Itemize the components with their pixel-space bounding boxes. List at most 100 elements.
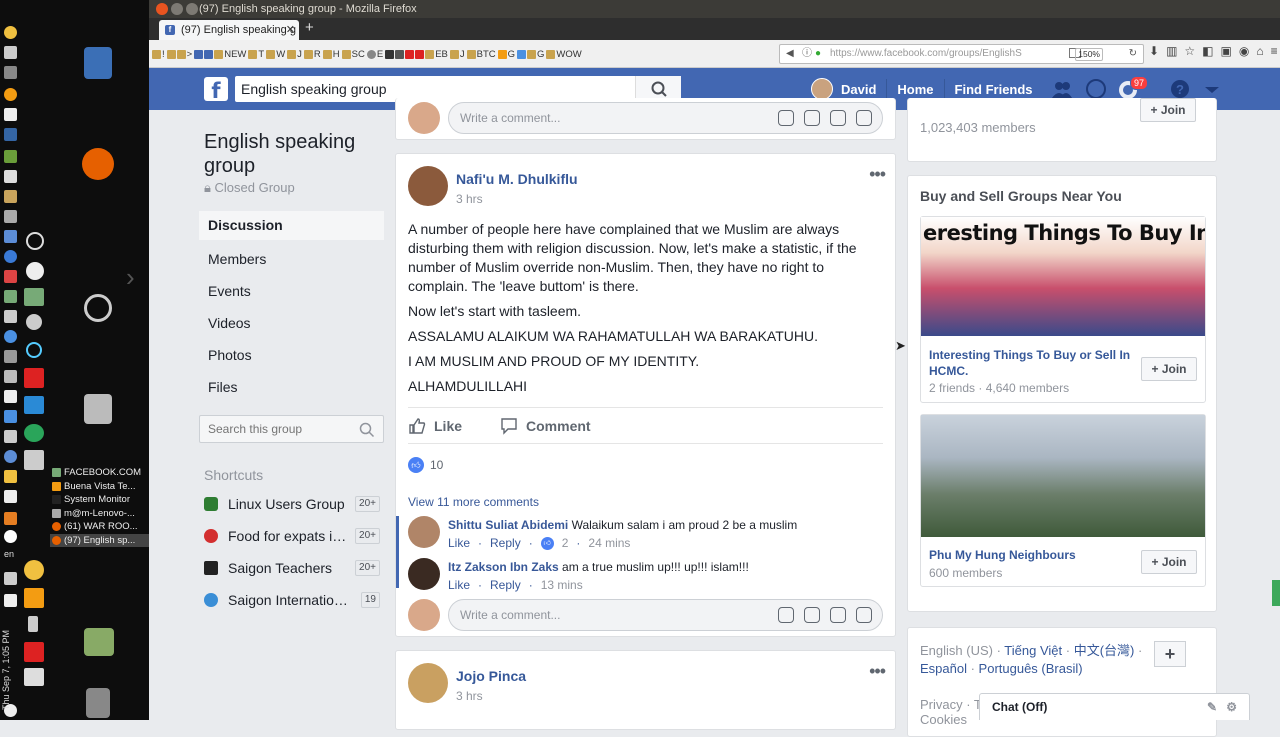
- post-author[interactable]: Jojo Pinca: [456, 668, 526, 684]
- help-icon[interactable]: ?: [1169, 79, 1191, 99]
- shortcut-item[interactable]: Food for expats in ... 20+: [204, 520, 384, 552]
- new-tab-icon[interactable]: +: [305, 19, 314, 36]
- comment-like-count[interactable]: 2: [562, 536, 569, 550]
- emoji-icon[interactable]: [778, 110, 794, 126]
- join-button[interactable]: + Join: [1141, 550, 1197, 574]
- bookmark[interactable]: G: [517, 49, 544, 60]
- app-icon[interactable]: [4, 410, 17, 423]
- app-icon[interactable]: [4, 350, 17, 363]
- shortcut-item[interactable]: Saigon Teachers 20+: [204, 552, 384, 584]
- post-author[interactable]: Nafi'u M. Dhulkiflu: [456, 171, 578, 187]
- app-icon[interactable]: [4, 370, 17, 383]
- bookmark[interactable]: J: [449, 49, 465, 60]
- app-icon[interactable]: [4, 390, 17, 403]
- more-languages-button[interactable]: +: [1154, 641, 1186, 667]
- camera-icon[interactable]: [804, 110, 820, 126]
- app-icon[interactable]: [24, 396, 44, 414]
- gear-icon[interactable]: ⚙: [1226, 694, 1237, 720]
- like-button[interactable]: Like: [408, 417, 462, 435]
- ubuntu-icon[interactable]: [84, 294, 112, 322]
- url-bar[interactable]: ◀ ⓘ ● https://www.facebook.com/groups/En…: [779, 44, 1144, 64]
- library-icon[interactable]: ▥: [1166, 44, 1177, 58]
- find-friends-link[interactable]: Find Friends: [955, 82, 1033, 97]
- bookmark[interactable]: EB: [385, 49, 448, 60]
- task-item[interactable]: Buena Vista Te...: [50, 480, 149, 494]
- view-more-comments[interactable]: View 11 more comments: [408, 495, 539, 509]
- comment-like-link[interactable]: Like: [448, 536, 470, 550]
- language-link[interactable]: Español: [920, 661, 967, 676]
- bookmark[interactable]: NEW: [194, 49, 246, 60]
- vlc-icon[interactable]: [24, 588, 44, 608]
- profile-link[interactable]: David: [841, 82, 876, 97]
- post-time[interactable]: 3 hrs: [456, 192, 483, 206]
- app-icon[interactable]: [4, 128, 17, 141]
- comment-author[interactable]: Itz Zakson Ibn Zaks: [448, 560, 559, 574]
- gif-icon[interactable]: [830, 110, 846, 126]
- app-icon[interactable]: [4, 270, 17, 283]
- emoji-icon[interactable]: [778, 607, 794, 623]
- sticker-icon[interactable]: [856, 110, 872, 126]
- bookmark[interactable]: G: [497, 49, 515, 60]
- messenger-icon[interactable]: [1085, 79, 1107, 99]
- filezilla-icon[interactable]: [24, 368, 44, 388]
- addon-icon[interactable]: ◉: [1239, 44, 1249, 58]
- group-search-input[interactable]: [200, 416, 350, 442]
- wifi-icon[interactable]: [4, 530, 17, 543]
- menu-icon[interactable]: ≡: [1271, 44, 1278, 58]
- scrollbar[interactable]: [1272, 580, 1280, 606]
- nav-members[interactable]: Members: [199, 243, 384, 275]
- comment-reply-link[interactable]: Reply: [490, 536, 521, 550]
- webcam-icon[interactable]: [26, 314, 42, 330]
- app-icon[interactable]: [4, 450, 17, 463]
- app-icon[interactable]: [4, 210, 17, 223]
- app-icon[interactable]: [4, 470, 17, 483]
- group-suggestion[interactable]: eresting Things To Buy In HCM Interestin…: [920, 216, 1206, 403]
- app-icon[interactable]: [24, 668, 44, 686]
- nav-files[interactable]: Files: [199, 371, 384, 403]
- close-tab-icon[interactable]: ✕: [286, 20, 295, 40]
- app-icon[interactable]: [4, 66, 17, 79]
- join-button[interactable]: + Join: [1140, 98, 1196, 122]
- home-icon[interactable]: ⌂: [1256, 44, 1263, 58]
- bookmark[interactable]: E: [366, 49, 383, 60]
- comment-author[interactable]: Shittu Suliat Abidemi: [448, 518, 568, 532]
- chevron-right-icon[interactable]: ›: [126, 262, 135, 293]
- post-time[interactable]: 3 hrs: [456, 689, 483, 703]
- group-title[interactable]: English speaking group: [204, 130, 384, 178]
- bookmark[interactable]: H: [322, 49, 340, 60]
- youtube-icon[interactable]: ▣: [1221, 44, 1232, 58]
- close-window-icon[interactable]: [156, 3, 168, 15]
- app-icon[interactable]: [26, 262, 44, 280]
- avatar[interactable]: [408, 166, 448, 206]
- document-icon[interactable]: [84, 47, 112, 79]
- task-item[interactable]: (61) WAR ROO...: [50, 520, 149, 534]
- task-item[interactable]: (97) English sp...: [50, 533, 149, 547]
- shortcut-item[interactable]: Linux Users Group 20+: [204, 488, 384, 520]
- maximize-icon[interactable]: [186, 3, 198, 15]
- comment-button[interactable]: Comment: [500, 417, 591, 435]
- home-link[interactable]: Home: [897, 82, 933, 97]
- browser-tab[interactable]: f (97) English speaking g ✕: [159, 20, 299, 40]
- comment-time[interactable]: 13 mins: [541, 578, 583, 592]
- atom-icon[interactable]: [26, 342, 42, 358]
- reload-icon[interactable]: ↻: [1129, 45, 1137, 63]
- join-button[interactable]: + Join: [1141, 357, 1197, 381]
- bookmark[interactable]: J: [287, 49, 302, 60]
- language-link[interactable]: 中文(台灣): [1074, 643, 1135, 658]
- task-item[interactable]: FACEBOOK.COM: [50, 466, 149, 480]
- lock-icon[interactable]: ●: [815, 45, 821, 63]
- app-icon[interactable]: [24, 450, 44, 470]
- shortcut-item[interactable]: Saigon International ...19: [204, 584, 384, 616]
- bookmark-star-icon[interactable]: ☆: [1184, 44, 1195, 58]
- bitcoin-icon[interactable]: [4, 88, 17, 101]
- privacy-link[interactable]: Privacy · T: [920, 697, 982, 712]
- firefox-icon[interactable]: [82, 148, 114, 180]
- bookmark[interactable]: BTC: [466, 49, 496, 60]
- group-name[interactable]: Interesting Things To Buy or Sell In HCM…: [929, 347, 1139, 379]
- app-icon[interactable]: [4, 108, 17, 121]
- new-message-icon[interactable]: ✎: [1207, 694, 1217, 720]
- language-link[interactable]: Português (Brasil): [979, 661, 1083, 676]
- app-icon[interactable]: [4, 190, 17, 203]
- trash-icon[interactable]: [86, 688, 110, 718]
- app-icon[interactable]: [4, 430, 17, 443]
